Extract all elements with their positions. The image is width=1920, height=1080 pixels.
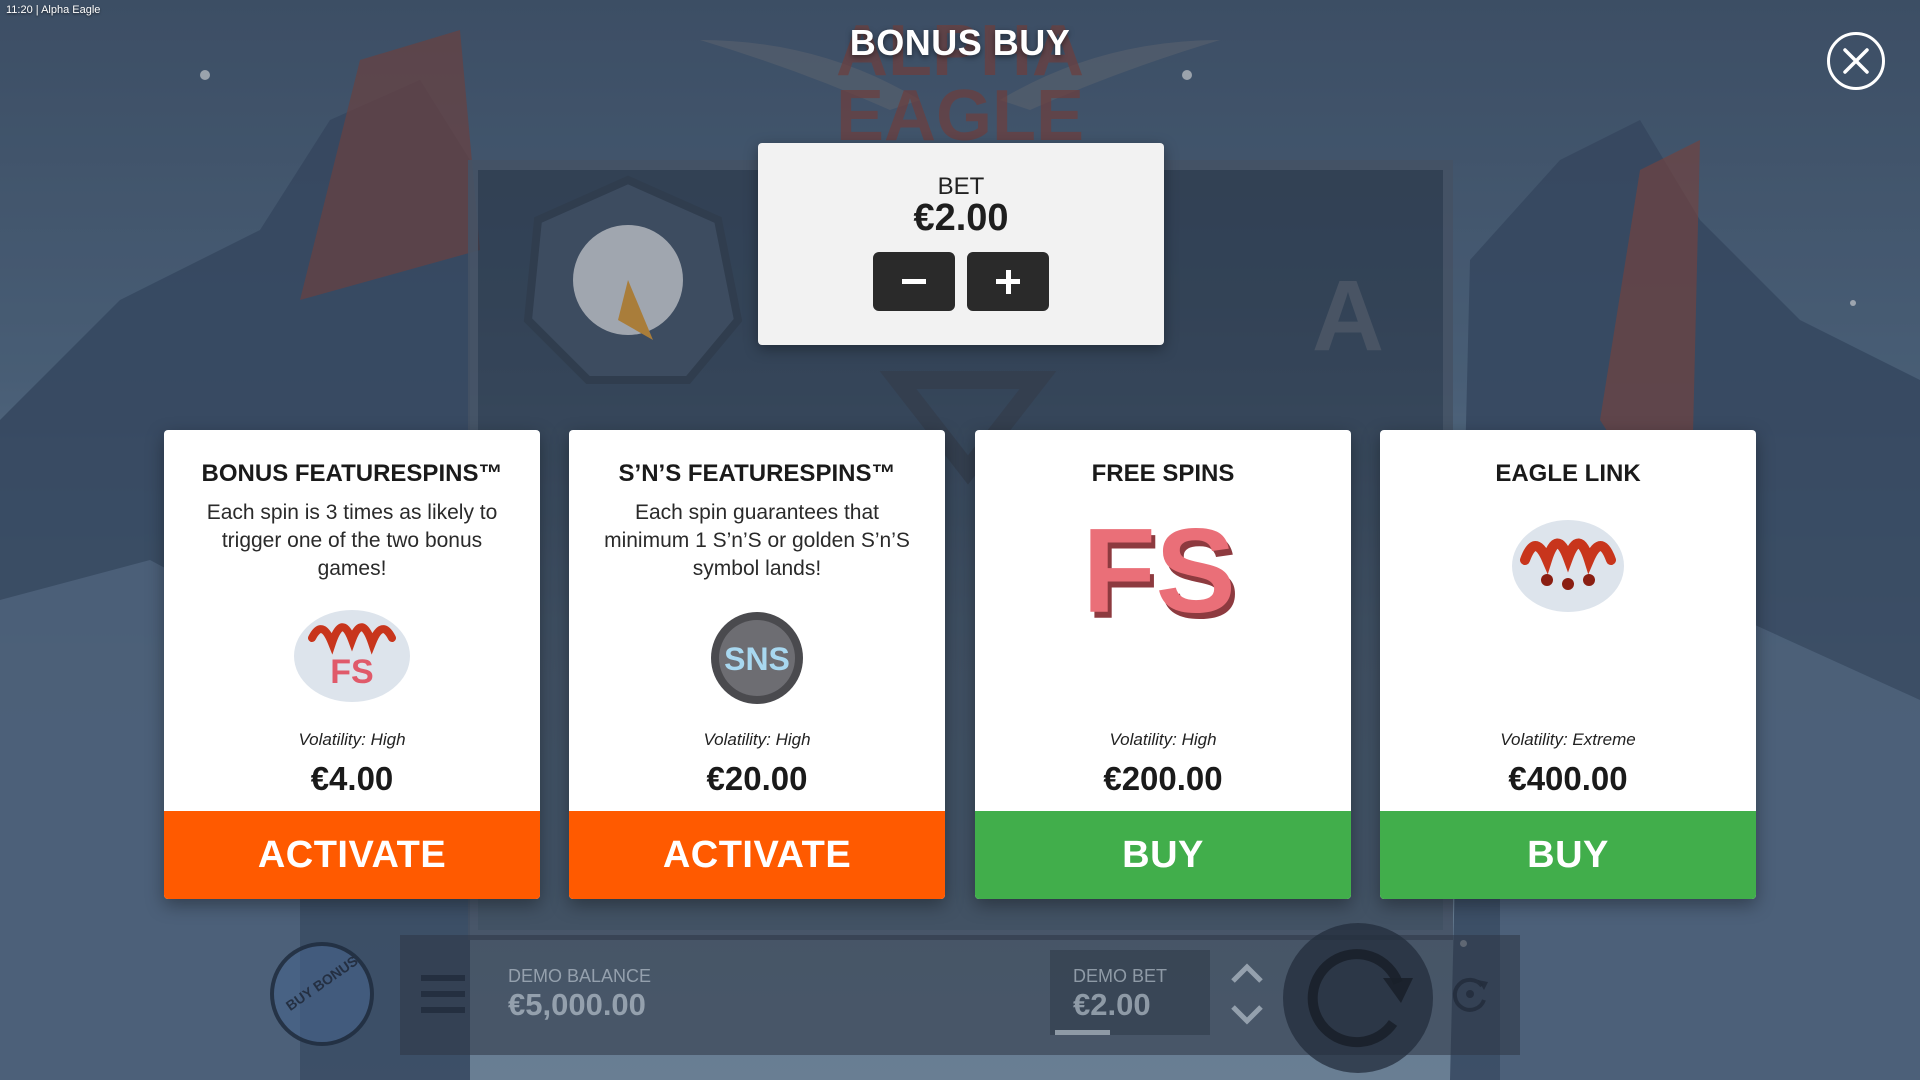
card-volatility: Volatility: Extreme xyxy=(1500,730,1636,749)
free-spins-fs-icon: FS FS xyxy=(1082,506,1239,636)
buy-bonus-button[interactable]: BUY BONUS xyxy=(270,942,374,1046)
spin-button[interactable] xyxy=(1283,923,1433,1073)
buy-button[interactable]: BUY xyxy=(1380,811,1756,899)
eagle-claw-fs-icon: FS xyxy=(294,610,410,702)
autoplay-icon xyxy=(1452,977,1488,1012)
card-price: €4.00 xyxy=(310,760,394,797)
demo-balance-label: DEMO BALANCE xyxy=(508,966,652,986)
bonus-option-card-eagle-link: EAGLE LINK Volatility: Extreme €400.00 B… xyxy=(1380,430,1756,899)
card-description: Each spin guarantees that minimum 1 S’n’… xyxy=(604,501,910,580)
card-volatility: Volatility: High xyxy=(703,730,811,749)
demo-bet-underline xyxy=(1055,1030,1110,1035)
status-separator: | xyxy=(35,4,39,16)
close-icon xyxy=(1843,48,1869,74)
svg-text:FS: FS xyxy=(330,653,373,691)
bet-value: €2.00 xyxy=(913,197,1009,239)
card-title: FREE SPINS xyxy=(1091,460,1235,487)
status-app-name: Alpha Eagle xyxy=(41,4,101,16)
demo-balance-value: €5,000.00 xyxy=(508,987,646,1022)
autoplay-button[interactable] xyxy=(1448,972,1492,1016)
bet-down-arrow-icon[interactable] xyxy=(1229,1001,1265,1027)
demo-bet-label: DEMO BET xyxy=(1073,966,1168,986)
status-bar: 11:20 | Alpha Eagle xyxy=(0,0,106,20)
sns-coin-icon: SNS xyxy=(711,612,803,704)
buy-button[interactable]: BUY xyxy=(975,811,1351,899)
bet-panel: BET €2.00 xyxy=(758,143,1164,345)
card-price: €200.00 xyxy=(1103,760,1223,797)
hamburger-menu-icon[interactable] xyxy=(421,975,465,1013)
dialog-title: BONUS BUY xyxy=(849,22,1071,63)
card-volatility: Volatility: High xyxy=(298,730,406,749)
bet-increase-button[interactable] xyxy=(967,252,1049,311)
spin-arrow-icon xyxy=(1307,949,1413,1048)
svg-text:SNS: SNS xyxy=(724,641,790,677)
bonus-option-card-free-spins: FREE SPINS FS FS Volatility: High €200.0… xyxy=(975,430,1351,899)
demo-bet-value: €2.00 xyxy=(1073,987,1151,1022)
activate-button[interactable]: ACTIVATE xyxy=(164,811,540,899)
bet-up-arrow-icon[interactable] xyxy=(1229,961,1265,987)
minus-icon xyxy=(902,279,926,284)
card-price: €20.00 xyxy=(706,760,808,797)
bet-decrease-button[interactable] xyxy=(873,252,955,311)
card-description: Each spin is 3 times as likely to trigge… xyxy=(206,501,498,580)
bonus-option-card-sns-featurespins: S’N’S FEATURESPINS™ Each spin guarantees… xyxy=(569,430,945,899)
buy-bonus-label: BUY BONUS xyxy=(282,952,361,1014)
card-title: S’N’S FEATURESPINS™ xyxy=(618,460,896,487)
svg-text:FS: FS xyxy=(1082,506,1235,636)
card-title: EAGLE LINK xyxy=(1495,460,1641,487)
close-button[interactable] xyxy=(1827,32,1885,90)
eagle-claw-icon xyxy=(1512,520,1624,612)
activate-button[interactable]: ACTIVATE xyxy=(569,811,945,899)
status-time: 11:20 xyxy=(6,4,33,16)
card-title: BONUS FEATURESPINS™ xyxy=(201,460,503,487)
card-volatility: Volatility: High xyxy=(1109,730,1217,749)
bonus-option-card-bonus-featurespins: BONUS FEATURESPINS™ Each spin is 3 times… xyxy=(164,430,540,899)
card-price: €400.00 xyxy=(1508,760,1628,797)
